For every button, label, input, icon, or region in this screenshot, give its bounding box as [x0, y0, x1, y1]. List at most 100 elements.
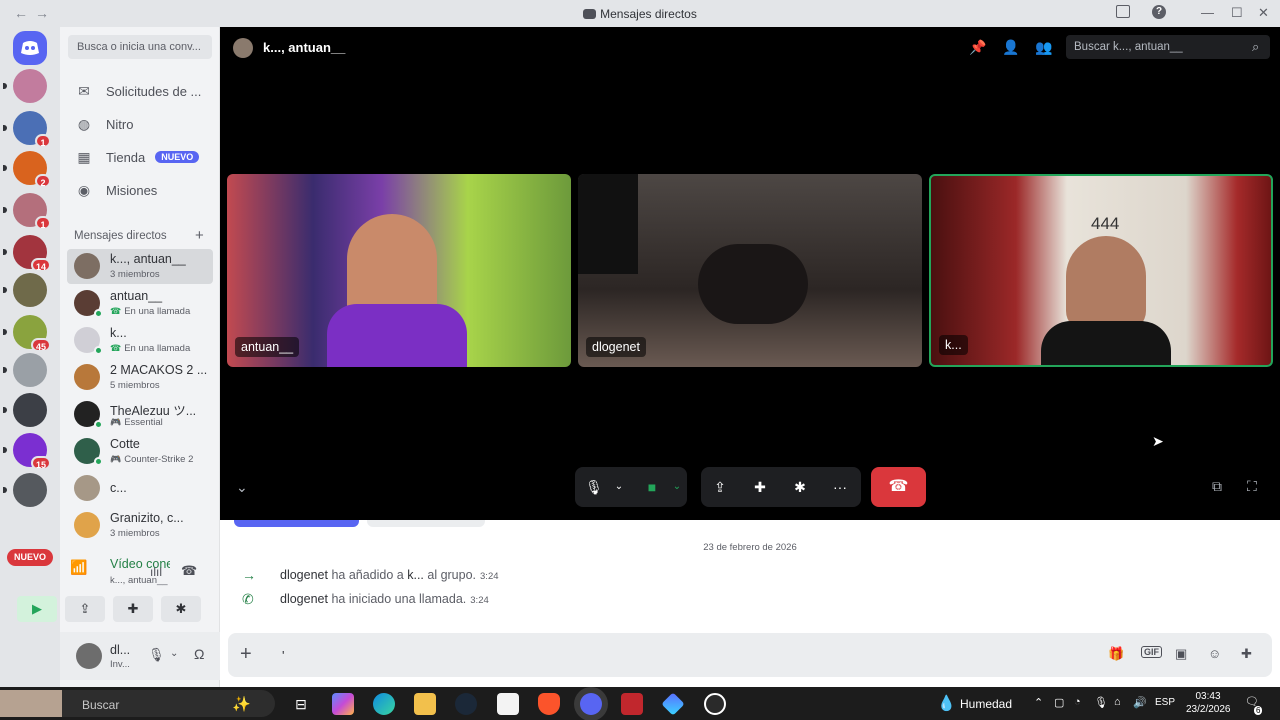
server-icon-server-9[interactable]	[3, 393, 47, 427]
noise-suppression-icon[interactable]: ılıl	[150, 565, 162, 579]
screen-share-icon[interactable]: ⇪	[704, 467, 736, 507]
dm-item[interactable]: c...	[67, 471, 213, 506]
video-button[interactable]: ▶	[17, 596, 57, 622]
gamepad-icon: 🎮	[110, 417, 122, 427]
task-view-icon[interactable]: ⊟	[290, 693, 312, 715]
more-options-icon[interactable]: ···	[824, 467, 856, 507]
video-tile-antuan[interactable]: antuan__	[227, 174, 571, 367]
soundboard-icon[interactable]: ✱	[784, 467, 816, 507]
maximize-icon[interactable]: ☐	[1231, 5, 1243, 21]
attach-plus-icon[interactable]: +	[240, 643, 252, 666]
webcam-thumbnail	[0, 690, 62, 717]
tray-chevron-icon[interactable]: ⌃	[1034, 696, 1043, 709]
server-icon-server-6[interactable]	[3, 273, 47, 307]
taskbar-search[interactable]: Buscar ✨	[0, 690, 275, 717]
voicemeeter-icon[interactable]	[621, 693, 643, 715]
message-user[interactable]: dlogenet	[280, 568, 328, 582]
soundboard-button[interactable]: ✱	[161, 596, 201, 622]
clock[interactable]: 03:43 23/2/2026	[1186, 690, 1231, 716]
server-icon-server-10[interactable]: 15	[3, 433, 51, 470]
minimize-icon[interactable]: —	[1201, 5, 1214, 20]
avatar	[74, 364, 100, 390]
collapse-chevron-icon[interactable]: ⌄	[236, 479, 248, 496]
dm-item[interactable]: k... ☎ En una llamada	[67, 323, 213, 358]
tray-mic-icon[interactable]: 🎙	[1094, 696, 1108, 709]
headphones-icon[interactable]: Ω	[194, 646, 204, 662]
microphone-icon[interactable]: 🎙	[148, 647, 165, 663]
tray-app-icon[interactable]: ◔	[1074, 696, 1081, 708]
dm-item[interactable]: TheAlezuu ツ... 🎮 Essential	[67, 397, 213, 432]
discord-home-button[interactable]	[13, 31, 47, 65]
video-tile-k[interactable]: 444 k...	[929, 174, 1273, 367]
chevron-down-icon[interactable]: ⌄	[170, 648, 178, 659]
server-icon-server-7[interactable]: 45	[3, 315, 51, 352]
nav-shop[interactable]: ▦ Tienda NUEVO	[68, 142, 212, 172]
call-search-input[interactable]: Buscar k..., antuan__	[1066, 35, 1270, 59]
server-icon-server-5[interactable]: 14	[3, 235, 51, 272]
server-icon-server-1[interactable]	[3, 69, 47, 103]
signal-icon[interactable]: 📶	[70, 559, 87, 576]
help-icon[interactable]: ?	[1152, 5, 1166, 19]
screen-share-button[interactable]: ⇪	[65, 596, 105, 622]
activities-icon: ✚	[127, 601, 139, 616]
server-icon-server-3[interactable]: 2	[3, 151, 51, 188]
inbox-icon[interactable]	[1116, 5, 1130, 18]
app-diamond-icon[interactable]	[661, 692, 685, 716]
weather-label[interactable]: Humedad	[960, 697, 1012, 711]
pin-icon[interactable]: 📌	[969, 39, 986, 56]
server-icon-server-8[interactable]	[3, 353, 47, 387]
new-servers-pill[interactable]: NUEVO	[7, 549, 53, 566]
steam-icon[interactable]	[455, 693, 477, 715]
gif-icon[interactable]: GIF	[1141, 646, 1162, 658]
message-user[interactable]: dlogenet	[280, 592, 328, 606]
message-target[interactable]: k...	[407, 568, 424, 582]
mention-badge: 14	[30, 258, 51, 272]
tray-app-icon[interactable]: ▢	[1054, 696, 1064, 709]
message-input[interactable]	[282, 645, 1102, 665]
activities-button[interactable]: ✚	[113, 596, 153, 622]
call-title[interactable]: k..., antuan__	[263, 40, 345, 55]
nav-nitro[interactable]: ◍ Nitro	[68, 109, 212, 139]
activities-icon[interactable]: ✚	[744, 467, 776, 507]
obs-icon[interactable]	[704, 693, 726, 715]
edge-icon[interactable]	[373, 693, 395, 715]
dm-search-input[interactable]: Busca o inicia una conv...	[68, 35, 212, 59]
apps-icon[interactable]: ✚	[1241, 646, 1252, 662]
copilot-icon[interactable]	[332, 693, 354, 715]
chat-area: 23 de febrero de 2026 → dlogenet ha añad…	[220, 520, 1280, 687]
video-tile-dlogenet[interactable]: dlogenet	[578, 174, 922, 367]
dm-item[interactable]: Granizito, c... 3 miembros	[67, 508, 213, 543]
server-icon-server-4[interactable]: 1	[3, 193, 51, 230]
server-icon-server-11[interactable]	[3, 473, 47, 507]
brave-icon[interactable]	[538, 693, 560, 715]
create-dm-icon[interactable]: +	[195, 227, 204, 244]
file-explorer-icon[interactable]	[414, 693, 436, 715]
user-name[interactable]: dl...	[110, 643, 130, 657]
volume-icon[interactable]: 🔊	[1133, 696, 1147, 709]
mic-options-chevron-icon[interactable]: ⌄	[603, 467, 635, 507]
server-icon-server-2[interactable]: 1	[3, 111, 51, 148]
popout-icon[interactable]: ⧉	[1212, 478, 1222, 495]
wifi-icon[interactable]: ⌂	[1114, 696, 1121, 708]
hangup-button[interactable]: ☎	[871, 467, 926, 507]
dm-item[interactable]: Cotte 🎮 Counter-Strike 2	[67, 434, 213, 469]
nav-friend-requests[interactable]: ✉ Solicitudes de ...	[68, 76, 212, 106]
clock-date: 23/2/2026	[1186, 704, 1231, 715]
close-icon[interactable]: ✕	[1258, 5, 1269, 21]
dm-item[interactable]: antuan__ ☎ En una llamada	[67, 286, 213, 321]
dm-item[interactable]: 2 MACAKOS 2 ... 5 miembros	[67, 360, 213, 395]
sticker-icon[interactable]: ▣	[1175, 646, 1187, 662]
members-icon[interactable]: 👥	[1035, 39, 1052, 56]
avatar[interactable]	[76, 643, 102, 669]
add-friend-icon[interactable]: 👤	[1002, 39, 1019, 56]
emoji-icon[interactable]: ☺	[1208, 646, 1221, 661]
discord-taskbar-icon[interactable]	[580, 693, 602, 715]
nav-quests[interactable]: ◉ Misiones	[68, 175, 212, 205]
disconnect-icon[interactable]: ☎	[181, 563, 197, 579]
dm-item[interactable]: k..., antuan__ 3 miembros	[67, 249, 213, 284]
fullscreen-icon[interactable]: ⛶	[1247, 478, 1257, 495]
language-indicator[interactable]: ESP	[1155, 697, 1175, 708]
gift-icon[interactable]: 🎁	[1108, 646, 1124, 662]
camera-options-chevron-icon[interactable]: ⌄	[661, 467, 693, 507]
store-icon[interactable]	[497, 693, 519, 715]
